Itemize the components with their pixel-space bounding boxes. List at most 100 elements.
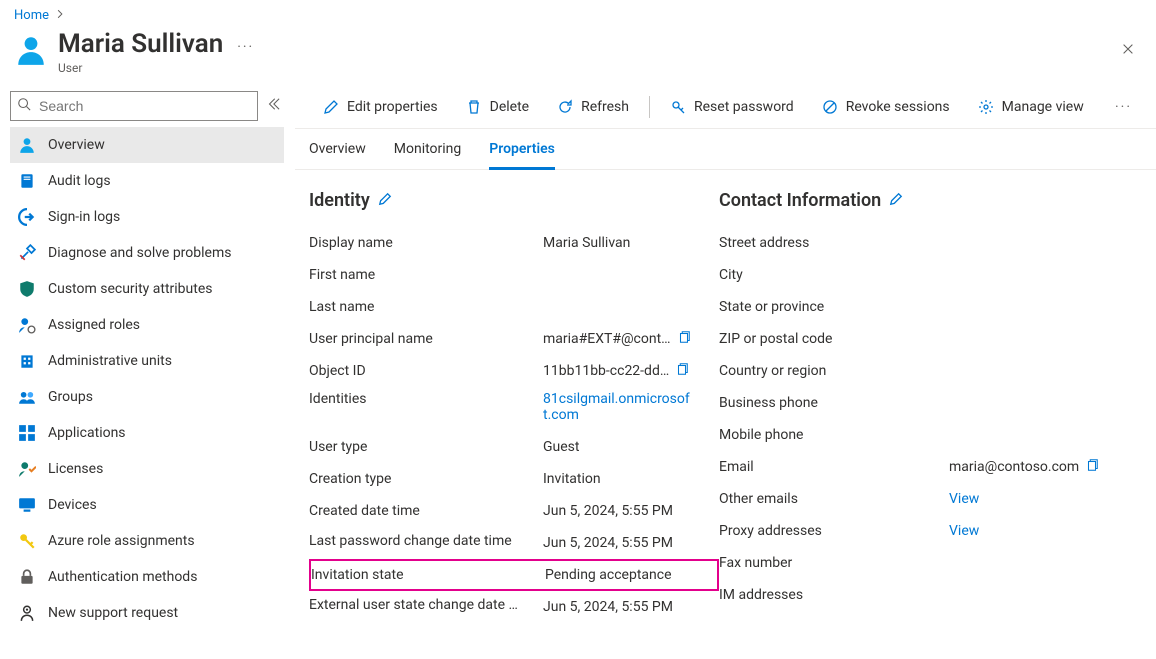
section-title-contact: Contact Information (719, 190, 881, 211)
kv-email: Email maria@contoso.com (719, 451, 1142, 483)
key-reset-icon (670, 99, 686, 115)
search-input[interactable] (37, 97, 251, 115)
kv-object-id: Object ID 11bb11bb-cc22-dd… (309, 355, 719, 387)
toolbar-label: Edit properties (347, 99, 438, 115)
edit-properties-button[interactable]: Edit properties (309, 85, 452, 128)
kv-key: Country or region (719, 363, 949, 379)
proxy-addresses-link[interactable]: View (949, 523, 979, 539)
sidebar-item-label: Sign-in logs (48, 209, 120, 225)
collapse-sidebar-icon[interactable] (266, 97, 284, 115)
toolbar-separator (649, 96, 650, 118)
edit-contact-icon[interactable] (889, 190, 903, 211)
refresh-button[interactable]: Refresh (543, 85, 643, 128)
reset-password-button[interactable]: Reset password (656, 85, 808, 128)
sidebar: Overview Audit logs Sign-in logs Diagnos… (0, 85, 295, 654)
more-actions-icon[interactable]: ··· (237, 39, 254, 55)
kv-val: Jun 5, 2024, 5:55 PM (543, 503, 693, 519)
breadcrumb-home[interactable]: Home (14, 8, 49, 23)
sidebar-item-groups[interactable]: Groups (10, 379, 284, 415)
sidebar-item-devices[interactable]: Devices (10, 487, 284, 523)
kv-key: Business phone (719, 395, 949, 411)
sidebar-item-assigned-roles[interactable]: Assigned roles (10, 307, 284, 343)
kv-key: Email (719, 459, 949, 475)
search-icon (17, 97, 37, 115)
kv-val: maria@contoso.com (949, 458, 1142, 476)
tab-overview[interactable]: Overview (309, 141, 366, 169)
other-emails-link[interactable]: View (949, 491, 979, 507)
sidebar-item-admin-units[interactable]: Administrative units (10, 343, 284, 379)
kv-created-date: Created date time Jun 5, 2024, 5:55 PM (309, 495, 719, 527)
monitor-icon (18, 496, 36, 514)
kv-key: Fax number (719, 555, 949, 571)
kv-mobile-phone: Mobile phone (719, 419, 1142, 451)
toolbar-label: Revoke sessions (846, 99, 950, 115)
toolbar-overflow-icon[interactable]: ··· (1105, 99, 1142, 115)
kv-val: Guest (543, 439, 693, 455)
copy-icon[interactable] (677, 330, 691, 348)
properties-content: Identity Display name Maria Sullivan Fir… (295, 170, 1156, 623)
sidebar-item-licenses[interactable]: Licenses (10, 451, 284, 487)
kv-user-type: User type Guest (309, 431, 719, 463)
kv-key: ZIP or postal code (719, 331, 949, 347)
kv-key: Created date time (309, 503, 543, 519)
kv-business-phone: Business phone (719, 387, 1142, 419)
sidebar-item-audit-logs[interactable]: Audit logs (10, 163, 284, 199)
block-icon (822, 99, 838, 115)
chevron-right-icon (55, 8, 65, 23)
kv-val-text: 11bb11bb-cc22-dd… (543, 363, 669, 379)
shield-icon (18, 280, 36, 298)
toolbar-label: Manage view (1002, 99, 1084, 115)
lock-icon (18, 568, 36, 586)
page-title: Maria Sullivan (58, 29, 223, 59)
toolbar-label: Delete (490, 99, 529, 115)
contact-section: Contact Information Street address City (719, 190, 1142, 623)
kv-key: User type (309, 439, 543, 455)
identities-link[interactable]: 81csilgmail.onmicrosoft.com (543, 391, 693, 423)
sidebar-item-diagnose[interactable]: Diagnose and solve problems (10, 235, 284, 271)
sidebar-item-azure-role[interactable]: Azure role assignments (10, 523, 284, 559)
toolbar: Edit properties Delete Refresh (295, 85, 1156, 129)
kv-key: First name (309, 267, 543, 283)
copy-icon[interactable] (675, 362, 689, 380)
kv-val: View (949, 491, 1142, 507)
edit-identity-icon[interactable] (378, 190, 392, 211)
refresh-icon (557, 99, 573, 115)
search-input-wrapper[interactable] (10, 91, 258, 121)
sidebar-item-label: Azure role assignments (48, 533, 195, 549)
kv-val: Jun 5, 2024, 5:55 PM (543, 535, 693, 551)
toolbar-label: Refresh (581, 99, 629, 115)
kv-key: Object ID (309, 363, 543, 379)
sidebar-item-support[interactable]: New support request (10, 595, 284, 631)
kv-last-name: Last name (309, 291, 719, 323)
sidebar-item-label: Administrative units (48, 353, 172, 369)
kv-other-emails: Other emails View (719, 483, 1142, 515)
tab-properties[interactable]: Properties (489, 141, 555, 170)
kv-first-name: First name (309, 259, 719, 291)
sidebar-item-auth-methods[interactable]: Authentication methods (10, 559, 284, 595)
tab-monitoring[interactable]: Monitoring (394, 141, 462, 169)
kv-creation-type: Creation type Invitation (309, 463, 719, 495)
kv-val: View (949, 523, 1142, 539)
close-icon[interactable] (1114, 35, 1142, 63)
sidebar-item-overview[interactable]: Overview (10, 127, 284, 163)
kv-key: Last password change date time (309, 533, 543, 553)
copy-icon[interactable] (1085, 458, 1099, 476)
kv-ext-state-change: External user state change date … Jun 5,… (309, 591, 719, 623)
kv-upn: User principal name maria#EXT#@cont… (309, 323, 719, 355)
wrench-icon (18, 244, 36, 262)
sidebar-item-custom-security[interactable]: Custom security attributes (10, 271, 284, 307)
revoke-sessions-button[interactable]: Revoke sessions (808, 85, 964, 128)
sidebar-item-applications[interactable]: Applications (10, 415, 284, 451)
kv-zip: ZIP or postal code (719, 323, 1142, 355)
kv-key: Display name (309, 235, 543, 251)
kv-identities: Identities 81csilgmail.onmicrosoft.com (309, 387, 719, 431)
delete-button[interactable]: Delete (452, 85, 543, 128)
kv-key: Creation type (309, 471, 543, 487)
page-subtitle: User (58, 61, 223, 75)
kv-invitation-state: Invitation state Pending acceptance (309, 559, 719, 591)
kv-val: Invitation (543, 471, 693, 487)
sidebar-item-signin-logs[interactable]: Sign-in logs (10, 199, 284, 235)
manage-view-button[interactable]: Manage view (964, 85, 1098, 128)
kv-key: External user state change date … (309, 597, 543, 617)
gear-icon (978, 99, 994, 115)
